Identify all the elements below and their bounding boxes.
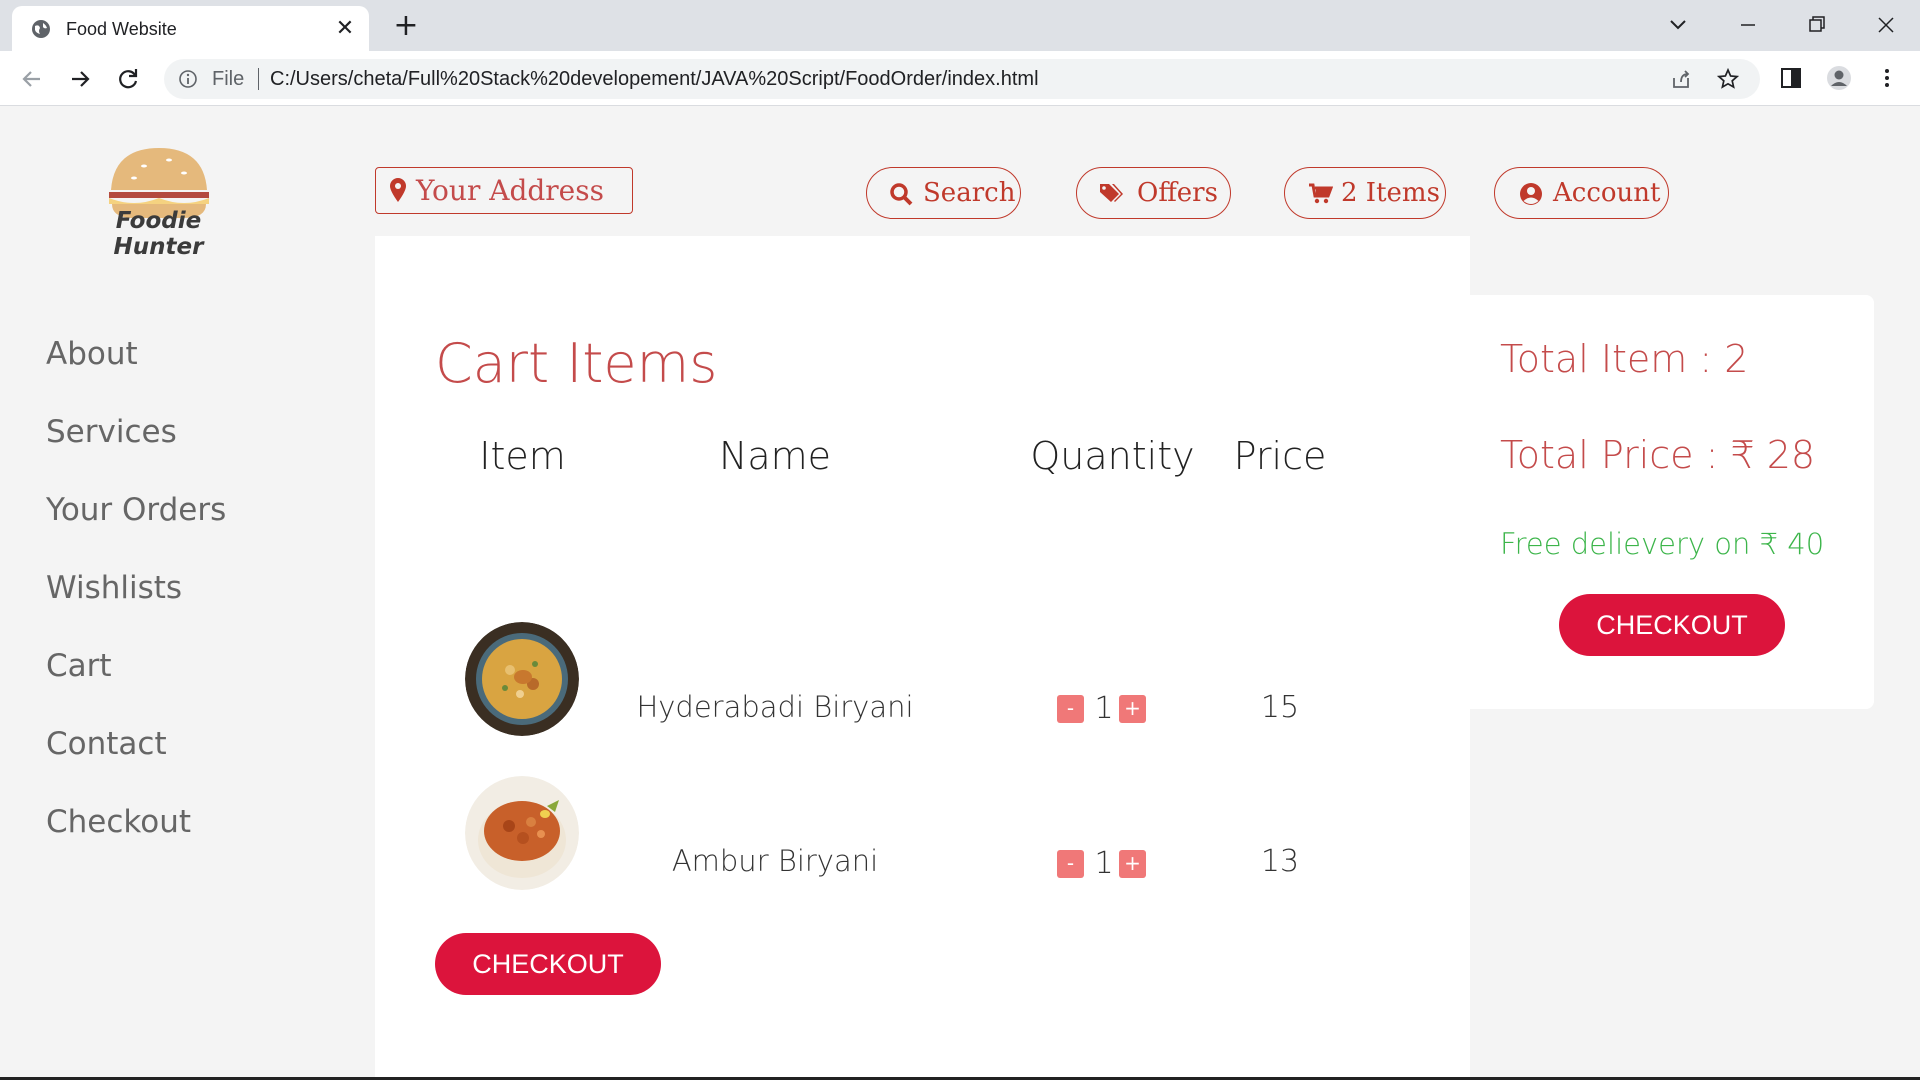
- browser-tab[interactable]: Food Website ✕: [12, 6, 369, 51]
- account-button[interactable]: Account: [1494, 167, 1669, 219]
- decrease-quantity-button[interactable]: -: [1057, 695, 1084, 723]
- quantity-value: 1: [1094, 846, 1114, 881]
- user-circle-icon: [1520, 183, 1542, 205]
- file-label: File: [212, 68, 245, 90]
- address-placeholder: Your Address: [416, 174, 604, 207]
- close-tab-icon[interactable]: ✕: [333, 17, 357, 41]
- offers-label: Offers: [1137, 178, 1218, 208]
- search-button[interactable]: Search: [866, 167, 1021, 219]
- ambur-biryani-image: [465, 776, 579, 890]
- checkout-button[interactable]: CHECKOUT: [435, 933, 661, 995]
- increase-quantity-button[interactable]: +: [1119, 850, 1146, 878]
- address-input[interactable]: Your Address: [375, 167, 633, 214]
- item-price: 15: [1260, 690, 1300, 725]
- browser-toolbar: File C:/Users/cheta/Full%20Stack%20devel…: [0, 51, 1920, 106]
- sidebar-item-checkout[interactable]: Checkout: [46, 804, 191, 840]
- share-icon[interactable]: [1670, 68, 1692, 90]
- omnibox-divider: [258, 68, 259, 90]
- side-panel-icon[interactable]: [1778, 65, 1804, 91]
- close-window-icon[interactable]: [1866, 10, 1906, 40]
- tags-icon: [1100, 184, 1123, 202]
- sidebar-item-wishlists[interactable]: Wishlists: [46, 570, 182, 606]
- sidebar-item-your-orders[interactable]: Your Orders: [46, 492, 226, 528]
- tab-search-icon[interactable]: [1658, 10, 1698, 40]
- free-delivery-note: Free delievery on ₹ 40: [1500, 527, 1825, 561]
- globe-icon: [32, 20, 50, 38]
- sidebar-item-cart[interactable]: Cart: [46, 648, 112, 684]
- quantity-stepper: - 1 +: [1057, 691, 1167, 726]
- item-name: Hyderabadi Biryani: [636, 690, 914, 724]
- total-price: Total Price : ₹ 28: [1500, 433, 1816, 477]
- tab-title: Food Website: [66, 19, 177, 39]
- search-icon: [890, 183, 913, 206]
- tab-bar: Food Website ✕ +: [0, 0, 1920, 51]
- back-arrow-icon[interactable]: [16, 63, 48, 95]
- decrease-quantity-button[interactable]: -: [1057, 850, 1084, 878]
- total-items: Total Item : 2: [1500, 337, 1749, 381]
- quantity-stepper: - 1 +: [1057, 846, 1167, 881]
- hyderabadi-biryani-image: [465, 622, 579, 736]
- sidebar-item-services[interactable]: Services: [46, 414, 177, 450]
- cart-icon: [1309, 183, 1333, 204]
- page: Foodie Hunter About Services Your Orders…: [0, 106, 1920, 1080]
- quantity-value: 1: [1094, 691, 1114, 726]
- star-icon[interactable]: [1717, 68, 1739, 90]
- cart-label: 2 Items: [1341, 178, 1440, 208]
- offers-button[interactable]: Offers: [1076, 167, 1231, 219]
- summary-checkout-button[interactable]: CHECKOUT: [1559, 594, 1785, 656]
- search-label: Search: [923, 178, 1016, 208]
- minimize-icon[interactable]: [1728, 10, 1768, 40]
- increase-quantity-button[interactable]: +: [1119, 695, 1146, 723]
- profile-avatar-icon[interactable]: [1826, 65, 1852, 91]
- info-icon[interactable]: [178, 69, 198, 89]
- column-header-price: Price: [1233, 434, 1327, 478]
- item-name: Ambur Biryani: [671, 844, 879, 878]
- cart-button[interactable]: 2 Items: [1284, 167, 1446, 219]
- new-tab-button[interactable]: +: [390, 11, 422, 43]
- reload-icon[interactable]: [112, 63, 144, 95]
- column-header-item: Item: [479, 434, 566, 478]
- sidebar-item-contact[interactable]: Contact: [46, 726, 167, 762]
- map-pin-icon: [390, 178, 406, 202]
- forward-arrow-icon[interactable]: [64, 63, 96, 95]
- address-bar[interactable]: File C:/Users/cheta/Full%20Stack%20devel…: [164, 59, 1760, 99]
- url-text[interactable]: C:/Users/cheta/Full%20Stack%20developeme…: [270, 68, 1039, 91]
- item-price: 13: [1260, 844, 1300, 879]
- column-header-quantity: Quantity: [1030, 434, 1195, 478]
- cart-title: Cart Items: [435, 332, 718, 395]
- cart-panel: Cart Items Item Name Quantity Price Hyde…: [375, 236, 1470, 1080]
- brand-name: Foodie Hunter: [113, 208, 204, 260]
- account-label: Account: [1553, 178, 1661, 208]
- order-summary-panel: Total Item : 2 Total Price : ₹ 28 Free d…: [1470, 295, 1874, 709]
- sidebar-item-about[interactable]: About: [46, 336, 138, 372]
- column-header-name: Name: [718, 434, 832, 478]
- more-menu-icon[interactable]: [1874, 65, 1900, 91]
- restore-icon[interactable]: [1796, 10, 1836, 40]
